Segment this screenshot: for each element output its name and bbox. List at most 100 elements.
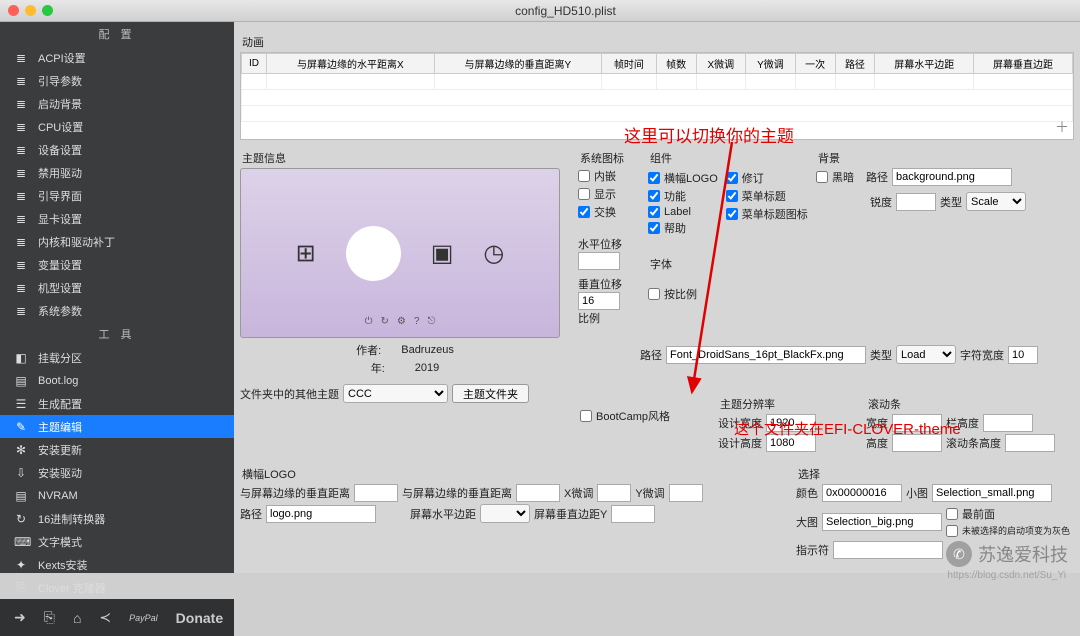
add-row-icon[interactable]: ＋: [1055, 117, 1069, 137]
hshift-input[interactable]: [578, 252, 620, 270]
help-checkbox[interactable]: [648, 222, 660, 234]
sidebar-item-11[interactable]: ≣系统参数: [0, 299, 234, 322]
donate-button[interactable]: Donate: [176, 610, 223, 626]
sidebar-icon: ≣: [14, 235, 28, 249]
exit-icon[interactable]: ➜: [14, 609, 26, 626]
banner-vdist1-input[interactable]: [354, 484, 398, 502]
sidebar-item-5[interactable]: ≣禁用驱动: [0, 161, 234, 184]
select-big-input[interactable]: [822, 513, 942, 531]
sidebar-item-10[interactable]: ⎘Clover 克隆器: [0, 576, 234, 599]
other-theme-select[interactable]: CCC: [343, 384, 448, 403]
sidebar-icon: ≣: [14, 97, 28, 111]
sidebar-item-6[interactable]: ≣引导界面: [0, 184, 234, 207]
sidebar-item-label: 系统参数: [38, 303, 82, 319]
scroll-bar-input[interactable]: [983, 414, 1033, 432]
sidebar-item-0[interactable]: ≣ACPI设置: [0, 46, 234, 69]
paypal-label: PayPal: [129, 613, 158, 623]
label-checkbox[interactable]: [648, 206, 660, 218]
scroll-title: 滚动条: [868, 396, 1074, 412]
sidebar-item-2[interactable]: ≣启动背景: [0, 92, 234, 115]
sidebar-item-9[interactable]: ≣变量设置: [0, 253, 234, 276]
col-header[interactable]: 与屏幕边缘的水平距离X: [267, 54, 435, 74]
sidebar-item-2[interactable]: ☰生成配置: [0, 392, 234, 415]
share-icon[interactable]: ≺: [99, 609, 111, 626]
font-width-input[interactable]: [1008, 346, 1038, 364]
func-checkbox[interactable]: [648, 190, 660, 202]
scroll-sh-input[interactable]: [1005, 434, 1055, 452]
font-type-select[interactable]: Load: [896, 345, 956, 364]
sidebar-item-1[interactable]: ≣引导参数: [0, 69, 234, 92]
select-small-input[interactable]: [932, 484, 1052, 502]
sidebar-item-0[interactable]: ◧挂载分区: [0, 346, 234, 369]
sidebar-item-6[interactable]: ▤NVRAM: [0, 484, 234, 507]
indicator-input[interactable]: [833, 541, 943, 559]
sidebar-icon: ≣: [14, 51, 28, 65]
sidebar: 配 置 ≣ACPI设置≣引导参数≣启动背景≣CPU设置≣设备设置≣禁用驱动≣引导…: [0, 22, 234, 573]
home-icon[interactable]: ⌂: [73, 610, 81, 626]
table-row: [242, 106, 1073, 122]
sidebar-item-8[interactable]: ≣ 内核和驱动补丁: [0, 230, 234, 253]
windows-icon: ⊞: [296, 239, 316, 268]
bg-type-select[interactable]: Scale: [966, 192, 1026, 211]
sidebar-item-7[interactable]: ↻16进制转换器: [0, 507, 234, 530]
embed-checkbox[interactable]: [578, 170, 590, 182]
bootcamp-checkbox[interactable]: [580, 410, 592, 422]
col-header[interactable]: 屏幕水平边距: [875, 54, 974, 74]
sidebar-icon: ≣: [14, 74, 28, 88]
arrow-icon: [682, 142, 742, 402]
dark-checkbox[interactable]: [816, 171, 828, 183]
sidebar-item-label: 内核和驱动补丁: [38, 234, 115, 250]
titlebar: config_HD510.plist: [0, 0, 1080, 22]
copy-icon[interactable]: ⎘: [44, 609, 55, 626]
sidebar-item-5[interactable]: ⇩安装驱动: [0, 461, 234, 484]
banner-path-input[interactable]: [266, 505, 376, 523]
col-header[interactable]: 路径: [835, 54, 875, 74]
sidebar-icon: ≣: [14, 120, 28, 134]
banner-xadj-input[interactable]: [597, 484, 631, 502]
vshift-input[interactable]: [578, 292, 620, 310]
col-header[interactable]: 与屏幕边缘的垂直距离Y: [434, 54, 602, 74]
col-header[interactable]: 帧时间: [602, 54, 657, 74]
sidebar-item-8[interactable]: ⌨文字模式: [0, 530, 234, 553]
sidebar-item-7[interactable]: ≣显卡设置: [0, 207, 234, 230]
sidebar-icon: ⎘: [14, 580, 28, 595]
close-icon[interactable]: [8, 5, 19, 16]
banner-vdist2-input[interactable]: [516, 484, 560, 502]
window-title: config_HD510.plist: [59, 4, 1072, 18]
col-header[interactable]: Y微调: [746, 54, 796, 74]
ubuntu-icon: ◷: [483, 239, 504, 268]
col-header[interactable]: 帧数: [656, 54, 696, 74]
year-value: 2019: [415, 362, 439, 374]
sidebar-item-4[interactable]: ✻安装更新: [0, 438, 234, 461]
anim-title: 动画: [242, 34, 1074, 50]
sidebar-item-3[interactable]: ✎主题编辑: [0, 415, 234, 438]
sidebar-icon: ≣: [14, 281, 28, 295]
sidebar-item-10[interactable]: ≣机型设置: [0, 276, 234, 299]
col-header[interactable]: 一次: [795, 54, 835, 74]
front-checkbox[interactable]: [946, 508, 958, 520]
col-header[interactable]: X微调: [696, 54, 746, 74]
table-row: [242, 90, 1073, 106]
theme-folder-button[interactable]: 主题文件夹: [452, 384, 529, 403]
sidebar-item-3[interactable]: ≣CPU设置: [0, 115, 234, 138]
gray-checkbox[interactable]: [946, 525, 958, 537]
sidebar-item-1[interactable]: ▤Boot.log: [0, 369, 234, 392]
maximize-icon[interactable]: [42, 5, 53, 16]
banner-checkbox[interactable]: [648, 172, 660, 184]
sidebar-item-4[interactable]: ≣设备设置: [0, 138, 234, 161]
col-header[interactable]: 屏幕垂直边距: [974, 54, 1073, 74]
bg-path-input[interactable]: [892, 168, 1012, 186]
prop-checkbox[interactable]: [648, 288, 660, 300]
minimize-icon[interactable]: [25, 5, 36, 16]
banner-hmargin-select[interactable]: [480, 504, 530, 523]
swap-checkbox[interactable]: [578, 206, 590, 218]
sidebar-item-label: 生成配置: [38, 396, 82, 412]
banner-yadj-input[interactable]: [669, 484, 703, 502]
sidebar-item-label: 变量设置: [38, 257, 82, 273]
select-color-input[interactable]: [822, 484, 902, 502]
sidebar-icon: ▤: [14, 374, 28, 388]
sharp-input[interactable]: [896, 193, 936, 211]
col-header[interactable]: ID: [242, 54, 267, 74]
show-checkbox[interactable]: [578, 188, 590, 200]
banner-vmarginY-input[interactable]: [611, 505, 655, 523]
